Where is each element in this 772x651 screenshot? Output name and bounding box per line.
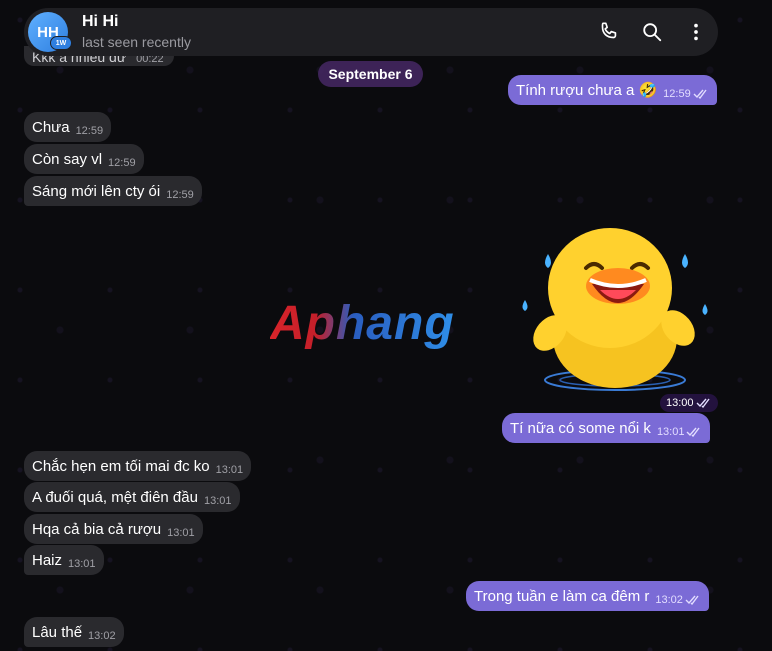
chat-status: last seen recently [82, 34, 191, 50]
message-bubble-out[interactable]: Tí nữa có some nổi k 13:01 [502, 413, 711, 443]
message-bubble-in[interactable]: Haiz 13:01 [24, 545, 104, 575]
message-bubble-in[interactable]: Còn say vl 12:59 [24, 144, 144, 174]
double-check-icon [686, 427, 702, 437]
message-bubble-in[interactable]: Sáng mới lên cty ói 12:59 [24, 176, 202, 206]
message-bubble-in[interactable]: Chưa 12:59 [24, 112, 112, 142]
search-icon[interactable] [630, 12, 674, 52]
message-bubble-in[interactable]: Hqa cả bia cả rượu 13:01 [24, 514, 203, 544]
message-bubble-out[interactable]: Trong tuần e làm ca đêm r 13:02 [466, 581, 709, 611]
chat-title: Hi Hi [82, 13, 119, 30]
chat-header: HH 1W Hi Hi last seen recently [24, 8, 718, 56]
sticker-timestamp: 13:00 [660, 394, 718, 412]
phone-icon[interactable] [586, 12, 630, 52]
watermark-logo: Aphang [270, 297, 455, 350]
message-bubble-in[interactable]: A đuối quá, mệt điên đầu 13:01 [24, 482, 240, 512]
chat-title-block[interactable]: Hi Hi last seen recently [82, 13, 191, 51]
message-bubble-in[interactable]: Chắc hẹn em tối mai đc ko 13:01 [24, 451, 252, 481]
double-check-icon [693, 89, 709, 99]
avatar[interactable]: HH 1W [28, 12, 72, 52]
double-check-icon [696, 398, 712, 408]
more-icon[interactable] [674, 12, 718, 52]
message-bubble-in[interactable]: Lâu thế 13:02 [24, 617, 124, 647]
double-check-icon [685, 595, 701, 605]
message-bubble-out[interactable]: Tính rượu chưa a 🤣 12:59 [508, 75, 717, 105]
laughing-duck-sticker[interactable] [520, 218, 720, 398]
date-separator: September 6 [318, 61, 423, 87]
avatar-badge: 1W [50, 36, 72, 50]
